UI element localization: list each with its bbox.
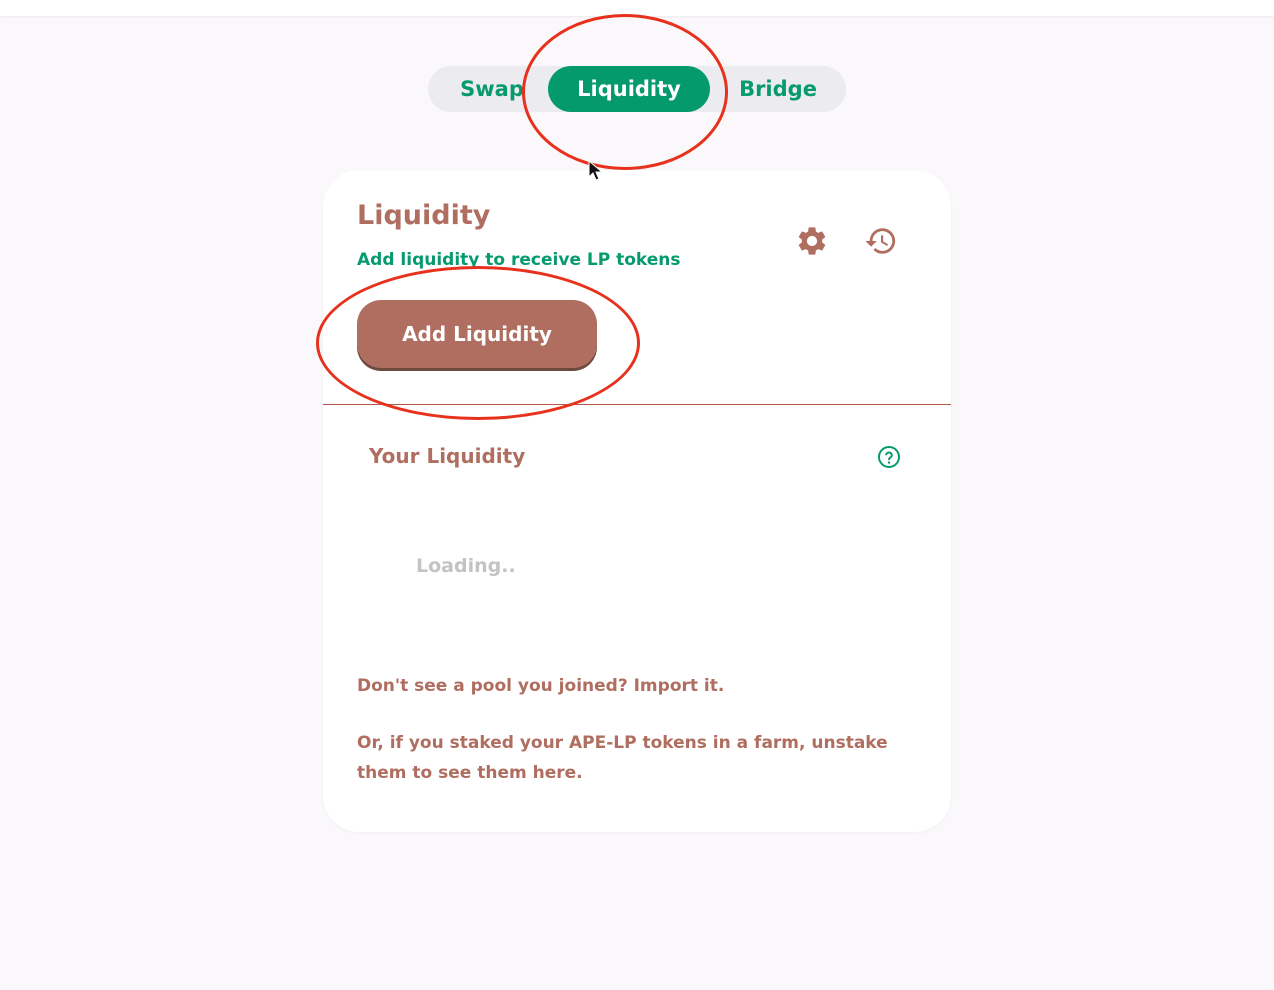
card-title: Liquidity bbox=[357, 200, 491, 231]
gear-icon bbox=[798, 227, 826, 255]
staked-hint: Or, if you staked your APE-LP tokens in … bbox=[357, 733, 888, 783]
import-prefix: Don't see a pool you joined? bbox=[357, 676, 634, 696]
import-link[interactable]: Import it. bbox=[634, 676, 725, 696]
tab-liquidity[interactable]: Liquidity bbox=[548, 66, 710, 112]
divider bbox=[323, 404, 951, 405]
import-pool-text: Don't see a pool you joined? Import it. bbox=[357, 676, 724, 696]
your-liquidity-label: Your Liquidity bbox=[369, 444, 526, 468]
top-bar bbox=[0, 0, 1274, 16]
tab-bridge[interactable]: Bridge bbox=[718, 66, 838, 112]
settings-button[interactable] bbox=[795, 224, 829, 258]
card-subtitle: Add liquidity to receive LP tokens bbox=[357, 250, 681, 270]
history-icon bbox=[865, 228, 896, 254]
loading-text: Loading.. bbox=[416, 555, 516, 577]
tab-swap[interactable]: Swap bbox=[442, 66, 542, 112]
liquidity-card: Liquidity Add liquidity to receive LP to… bbox=[323, 170, 951, 832]
help-button[interactable] bbox=[877, 445, 901, 469]
nav-tabs: Swap Liquidity Bridge bbox=[428, 66, 846, 112]
add-liquidity-button[interactable]: Add Liquidity bbox=[357, 300, 597, 368]
question-circle-icon bbox=[878, 446, 900, 468]
history-button[interactable] bbox=[864, 224, 898, 258]
